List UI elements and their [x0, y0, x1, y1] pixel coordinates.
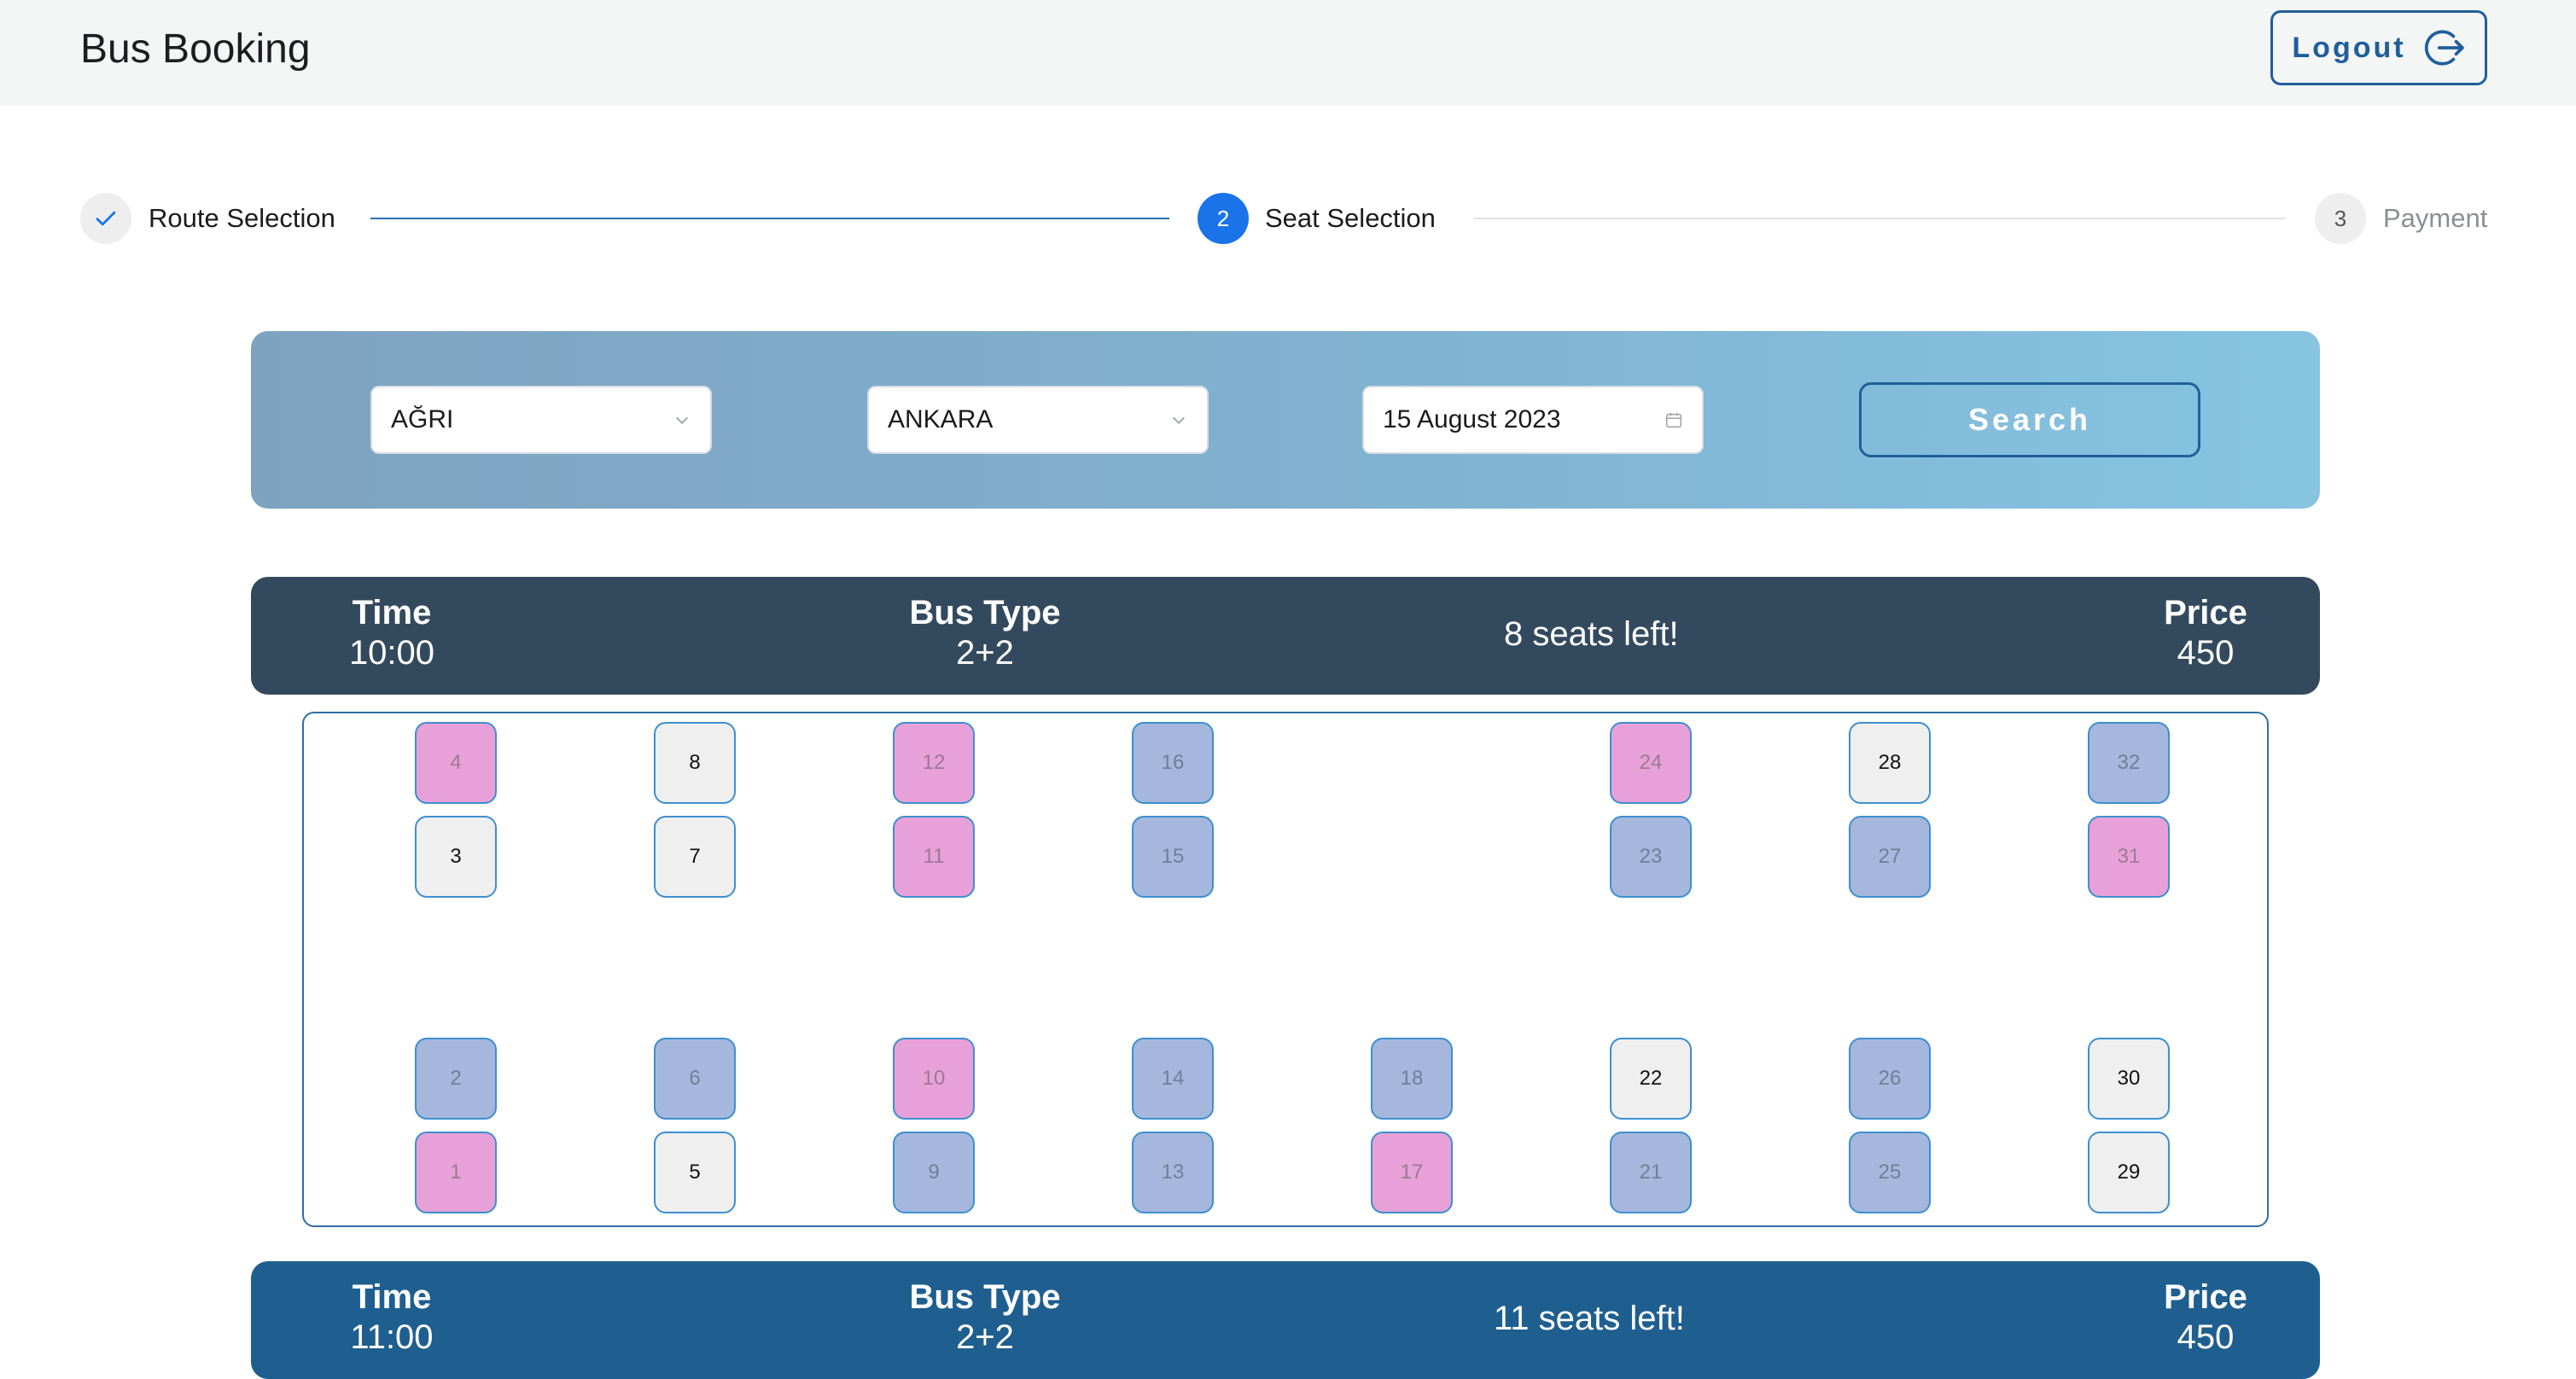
destination-value: ANKARA — [888, 405, 994, 433]
seat-28[interactable]: 28 — [1849, 722, 1931, 804]
chevron-down-icon — [1172, 416, 1186, 424]
trip-seats-left: 11 seats left! — [1494, 1300, 1685, 1337]
step-payment-label: Payment — [2383, 203, 2488, 233]
seat-12: 12 — [893, 722, 975, 804]
origin-value: AĞRI — [391, 405, 454, 433]
seat-24: 24 — [1610, 722, 1692, 804]
seat-1: 1 — [415, 1132, 497, 1213]
trip-price: Price 450 — [2129, 592, 2282, 672]
step-seat-label: Seat Selection — [1265, 203, 1436, 233]
trip-time: Time 10:00 — [319, 592, 464, 672]
seat-29[interactable]: 29 — [2088, 1132, 2170, 1213]
search-button[interactable]: Search — [1859, 382, 2200, 457]
seat-32: 32 — [2088, 722, 2170, 804]
logout-icon — [2424, 30, 2464, 66]
seat-17: 17 — [1371, 1132, 1453, 1213]
seat-9: 9 — [893, 1132, 975, 1213]
trip-bar-2[interactable]: Time 11:00 Bus Type 2+2 11 seats left! P… — [251, 1261, 2320, 1379]
seat-15: 15 — [1132, 816, 1214, 898]
search-panel: AĞRI ANKARA 15 August 2023 Search — [251, 331, 2320, 509]
step-connector-1 — [370, 218, 1169, 219]
trip-bus-type-value: 2+2 — [956, 1318, 1014, 1356]
date-picker[interactable]: 15 August 2023 — [1362, 386, 1704, 454]
seat-31: 31 — [2088, 816, 2170, 898]
trip-price-value: 450 — [2177, 1318, 2235, 1356]
seat-11: 11 — [893, 816, 975, 898]
step-payment-number: 3 — [2315, 193, 2366, 244]
step-seat-number: 2 — [1198, 193, 1249, 244]
seat-5[interactable]: 5 — [654, 1132, 736, 1213]
seat-7[interactable]: 7 — [654, 816, 736, 898]
trip-bus-type: Bus Type 2+2 — [848, 592, 1122, 672]
seat-8[interactable]: 8 — [654, 722, 736, 804]
trip-time-value: 11:00 — [350, 1318, 434, 1356]
seat-4: 4 — [415, 722, 497, 804]
logout-button[interactable]: Logout — [2270, 10, 2487, 85]
seat-27: 27 — [1849, 816, 1931, 898]
seat-22[interactable]: 22 — [1610, 1038, 1692, 1120]
trip-price-label: Price — [2164, 1278, 2247, 1316]
origin-select[interactable]: AĞRI — [370, 386, 712, 454]
step-route-label: Route Selection — [149, 203, 335, 233]
chevron-down-icon — [675, 416, 689, 424]
trip-seats-left: 8 seats left! — [1504, 615, 1679, 653]
date-value: 15 August 2023 — [1383, 405, 1561, 433]
logout-label: Logout — [2292, 31, 2406, 64]
seat-2: 2 — [415, 1038, 497, 1120]
app-title: Bus Booking — [80, 26, 311, 72]
seat-13: 13 — [1132, 1132, 1214, 1213]
trip-bus-type-value: 2+2 — [956, 634, 1014, 672]
seat-6: 6 — [654, 1038, 736, 1120]
calendar-icon — [1666, 412, 1681, 428]
seat-14: 14 — [1132, 1038, 1214, 1120]
step-route-check-icon — [80, 193, 131, 244]
destination-select[interactable]: ANKARA — [867, 386, 1209, 454]
seat-map: 4 8 12 16 24 28 32 3 7 11 15 23 27 31 2 6 10 14 18 22 26 30 1 5… — [302, 712, 2269, 1227]
seat-18: 18 — [1371, 1038, 1453, 1120]
trip-price-label: Price — [2164, 594, 2247, 631]
seat-16: 16 — [1132, 722, 1214, 804]
step-connector-2 — [1473, 218, 2286, 219]
seat-21: 21 — [1610, 1132, 1692, 1213]
seat-10: 10 — [893, 1038, 975, 1120]
trip-bar-1[interactable]: Time 10:00 Bus Type 2+2 8 seats left! Pr… — [251, 577, 2320, 695]
trip-time-label: Time — [352, 1278, 432, 1316]
trip-bus-type-label: Bus Type — [909, 594, 1061, 631]
trip-price-value: 450 — [2177, 634, 2235, 672]
seat-23: 23 — [1610, 816, 1692, 898]
app-header: Bus Booking Logout — [0, 0, 2576, 106]
trip-time-label: Time — [352, 594, 432, 631]
seat-25: 25 — [1849, 1132, 1931, 1213]
seat-26: 26 — [1849, 1038, 1931, 1120]
seat-30[interactable]: 30 — [2088, 1038, 2170, 1120]
trip-time-value: 10:00 — [348, 634, 435, 672]
seat-3[interactable]: 3 — [415, 816, 497, 898]
trip-bus-type-label: Bus Type — [909, 1278, 1061, 1316]
